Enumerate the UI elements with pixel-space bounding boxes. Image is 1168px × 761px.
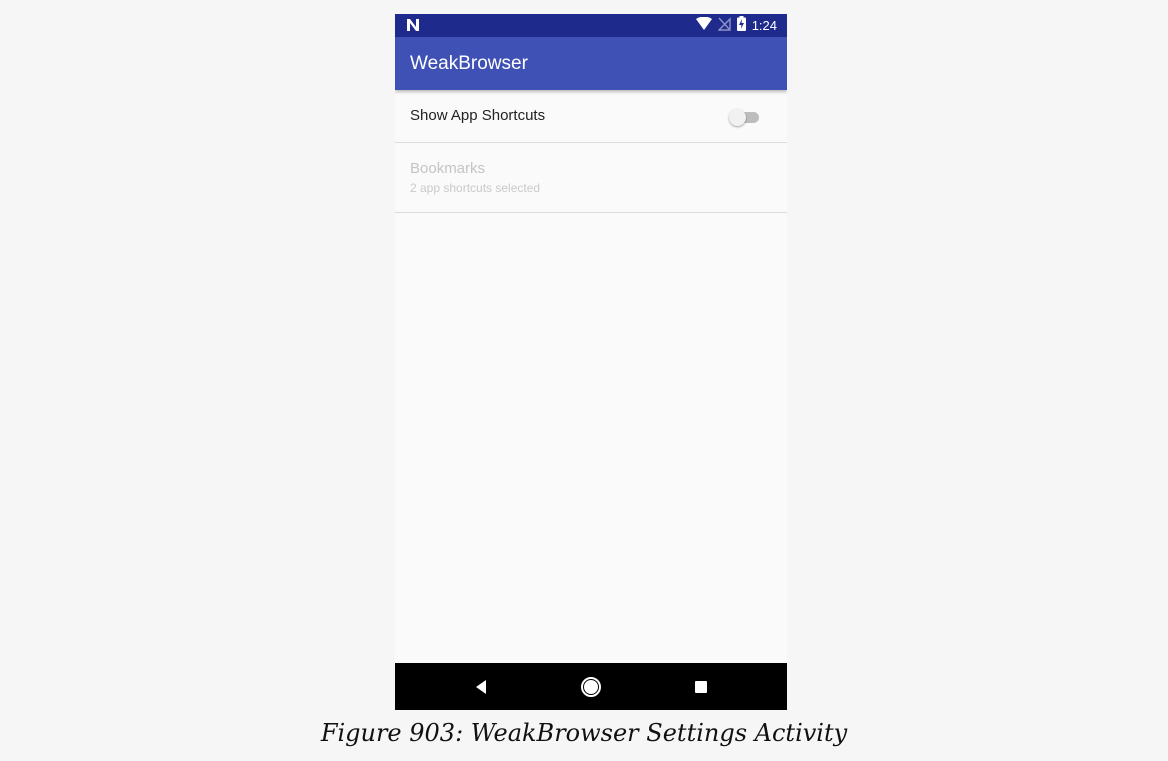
battery-charging-icon bbox=[736, 16, 746, 35]
show-app-shortcuts-label: Show App Shortcuts bbox=[410, 107, 546, 124]
phone-screen: 1:24 WeakBrowser Show App Shortcuts Book… bbox=[395, 14, 787, 710]
figure-caption: Figure 903: WeakBrowser Settings Activit… bbox=[320, 719, 848, 747]
show-app-shortcuts-preference[interactable]: Show App Shortcuts bbox=[395, 91, 787, 143]
status-time: 1:24 bbox=[751, 18, 777, 33]
status-bar: 1:24 bbox=[395, 14, 787, 37]
no-sim-icon bbox=[716, 16, 731, 35]
bookmarks-summary: 2 app shortcuts selected bbox=[410, 181, 541, 195]
n-logo-icon bbox=[405, 17, 421, 33]
app-title: WeakBrowser bbox=[410, 53, 528, 74]
status-icons: 1:24 bbox=[695, 14, 777, 37]
wifi-icon bbox=[695, 16, 712, 35]
switch-thumb bbox=[729, 109, 746, 126]
home-icon[interactable] bbox=[579, 675, 603, 699]
bookmarks-preference: Bookmarks 2 app shortcuts selected bbox=[395, 143, 787, 213]
navigation-bar bbox=[395, 663, 787, 710]
recents-icon[interactable] bbox=[689, 675, 713, 699]
show-app-shortcuts-switch[interactable] bbox=[729, 109, 761, 126]
back-icon[interactable] bbox=[469, 675, 493, 699]
app-bar: WeakBrowser bbox=[395, 37, 787, 90]
bookmarks-label: Bookmarks bbox=[410, 160, 486, 177]
